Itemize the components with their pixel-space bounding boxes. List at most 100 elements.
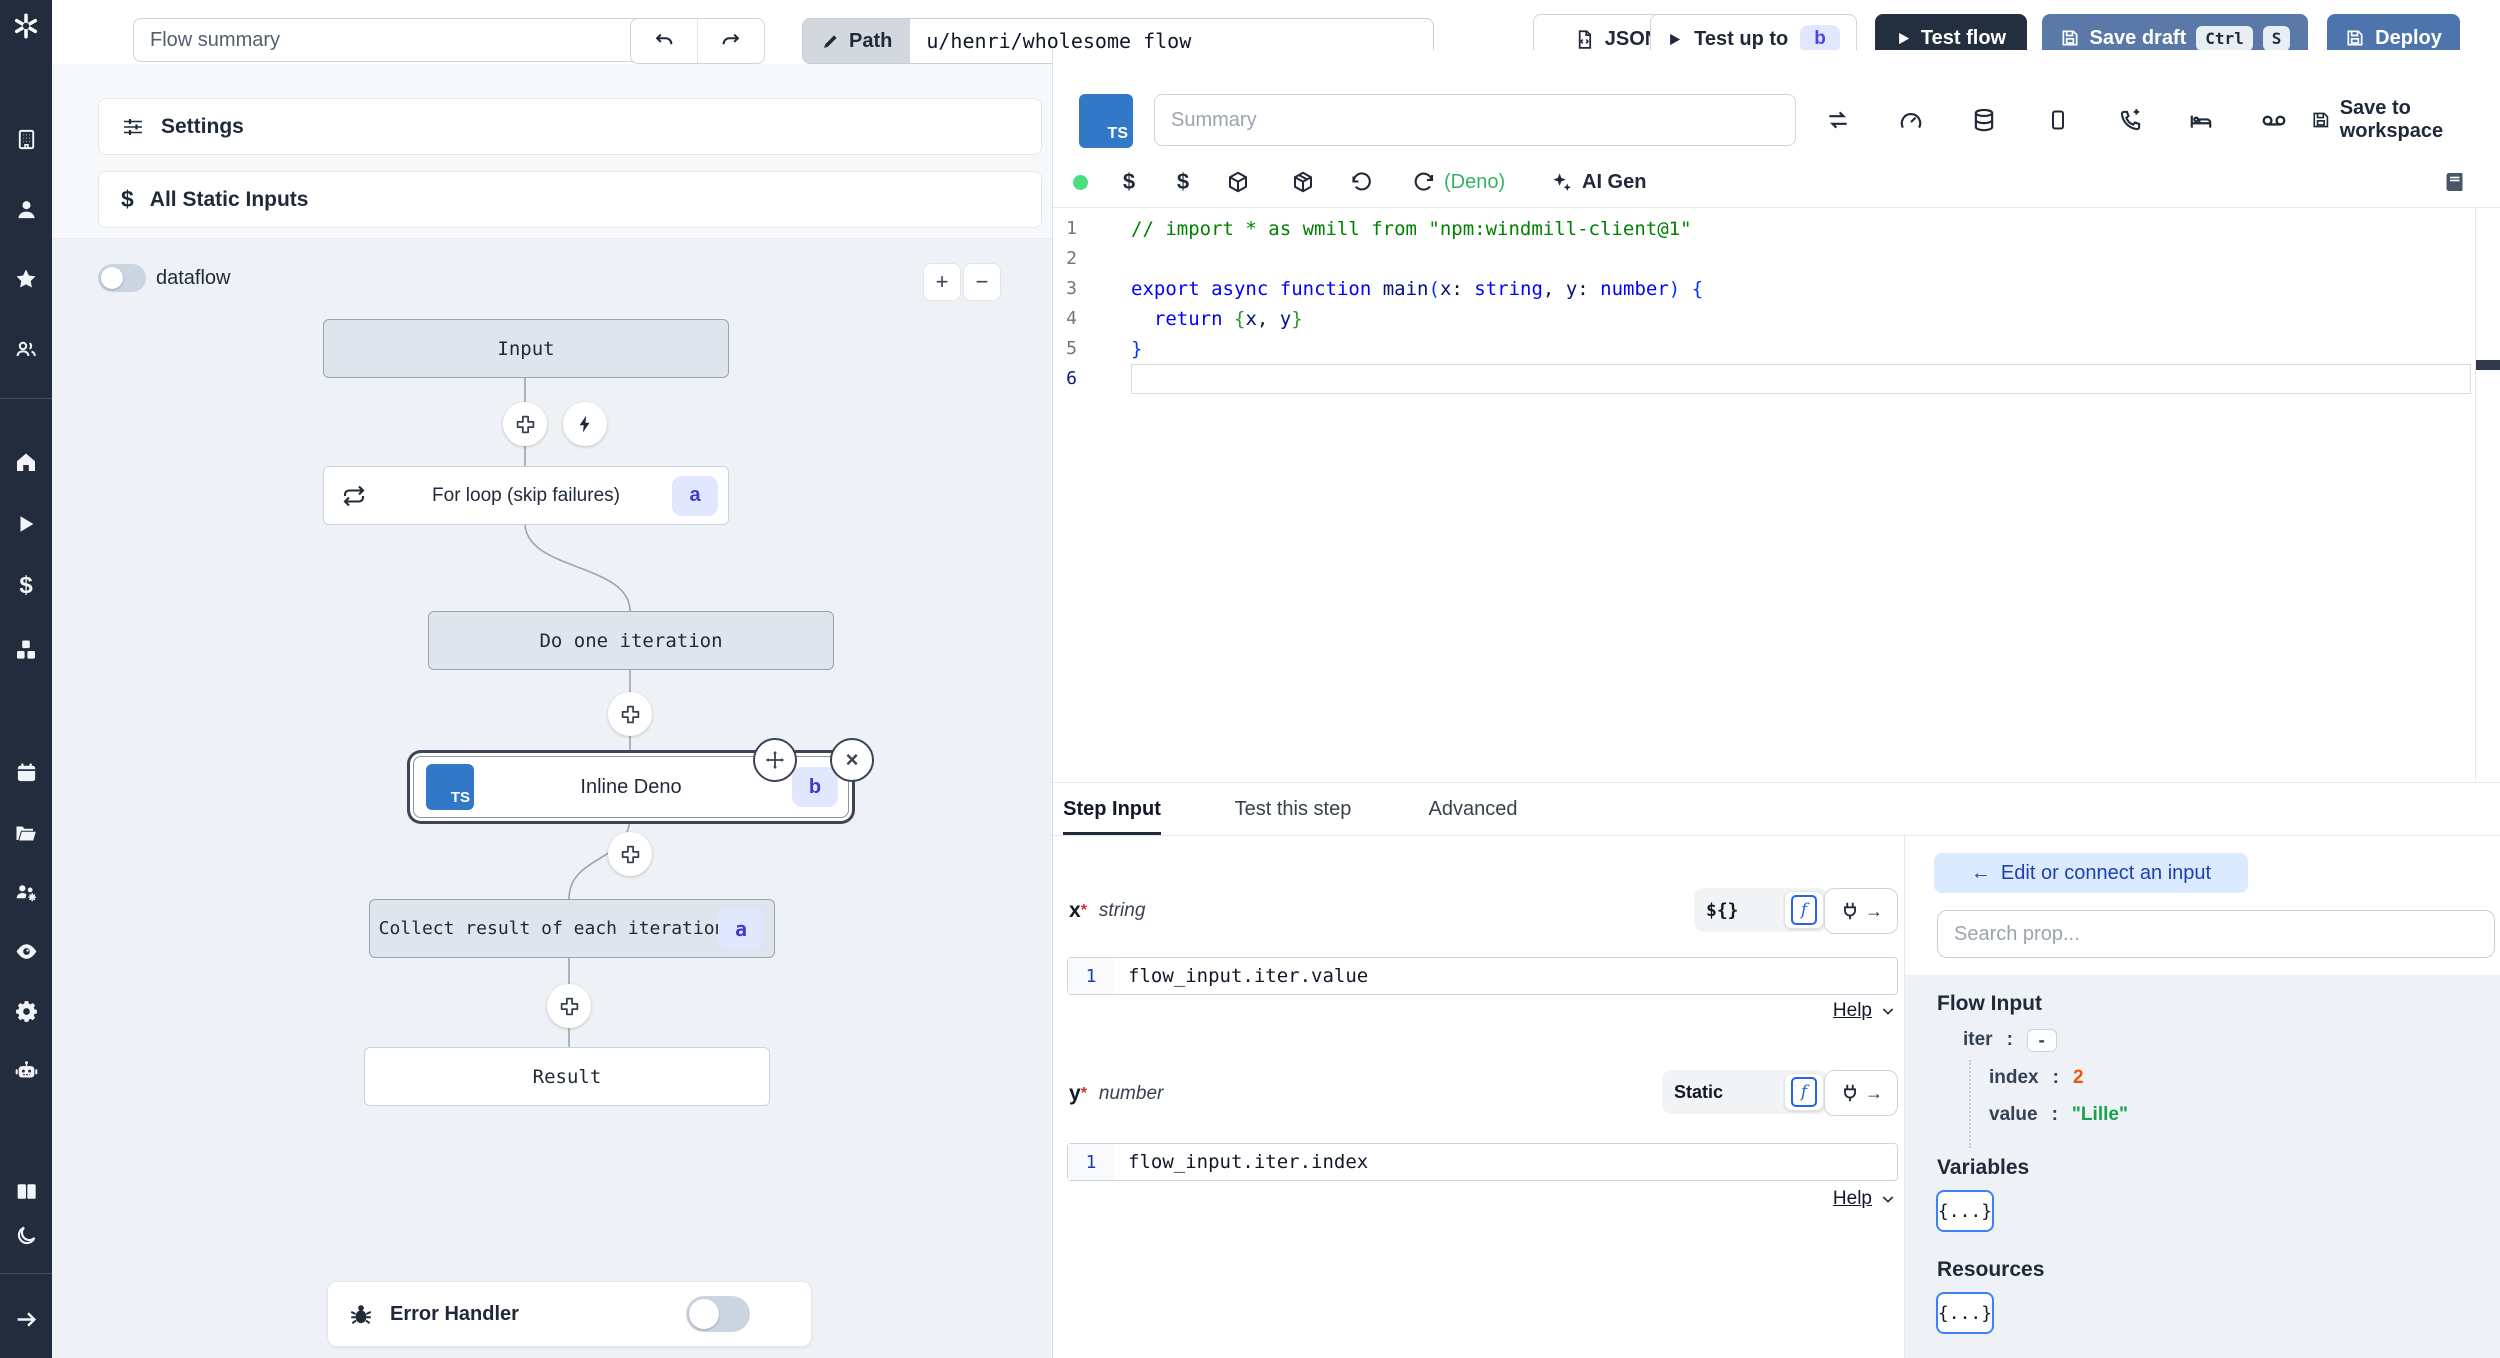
variables-object-button[interactable]: {...} — [1936, 1190, 1994, 1232]
field-x-help[interactable]: Help — [1653, 996, 1896, 1026]
chevron-down-icon — [1882, 1196, 1894, 1203]
tab-step-input[interactable]: Step Input — [1063, 783, 1161, 835]
workspace-icon[interactable] — [0, 117, 52, 161]
tree-row-value[interactable]: value : "Lille" — [1989, 1099, 2128, 1131]
help-link[interactable]: Help — [1833, 1188, 1872, 1210]
node-do-one-iteration[interactable]: Do one iteration — [428, 611, 834, 670]
path-badge[interactable]: Path — [803, 19, 911, 63]
move-step-button[interactable] — [753, 738, 797, 782]
cursor-position-marker — [2476, 360, 2500, 370]
home-icon[interactable] — [0, 440, 52, 484]
flow-graph-canvas[interactable]: dataflow + − Input For loop (skip failur… — [52, 238, 1052, 1358]
add-step-button[interactable] — [608, 832, 652, 876]
resources-object-button[interactable]: {...} — [1936, 1292, 1994, 1334]
plus-icon — [621, 705, 639, 723]
add-step-button[interactable] — [608, 692, 652, 736]
package-lock-icon[interactable] — [1285, 164, 1321, 200]
code-line[interactable]: 5} — [1053, 334, 2500, 364]
code-line[interactable]: 3 export async function main(x: string, y… — [1053, 274, 2500, 304]
variables-icon[interactable]: $ — [0, 564, 52, 608]
edit-or-connect-button[interactable]: ← Edit or connect an input — [1934, 853, 2248, 893]
rail-divider — [0, 1273, 52, 1274]
arrow-right-icon: → — [1865, 1082, 1883, 1103]
deploy-label: Deploy — [2375, 26, 2442, 49]
cache-icon[interactable] — [1966, 102, 2002, 138]
code-lines: 1// import * as wmill from "npm:windmill… — [1053, 214, 2500, 394]
user-icon[interactable] — [0, 187, 52, 231]
voicemail-icon[interactable] — [2256, 102, 2292, 138]
mock-icon[interactable] — [2040, 102, 2076, 138]
undo-button[interactable] — [631, 19, 698, 63]
runs-icon[interactable] — [0, 502, 52, 546]
folders-icon[interactable] — [0, 811, 52, 855]
reload-icon[interactable] — [1406, 164, 1442, 200]
tree-row-index[interactable]: index : 2 — [1989, 1062, 2084, 1094]
kbd-ctrl: Ctrl — [2196, 25, 2253, 51]
ai-icon[interactable] — [0, 1049, 52, 1093]
zoom-in-button[interactable]: + — [923, 263, 961, 301]
tree-row-iter[interactable]: iter : - — [1963, 1024, 2057, 1056]
code-line[interactable]: 4 return {x, y} — [1053, 304, 2500, 334]
save-to-workspace-button[interactable]: Save to workspace — [2311, 97, 2500, 142]
field-y-connect-button[interactable]: → — [1824, 1070, 1898, 1116]
node-input[interactable]: Input — [323, 319, 729, 378]
library-icon[interactable] — [2437, 164, 2473, 200]
collapse-toggle[interactable]: - — [2026, 1028, 2057, 1052]
schedules-icon[interactable] — [0, 750, 52, 794]
javascript-mode-selected[interactable]: f — [1784, 1073, 1824, 1111]
tab-advanced[interactable]: Advanced — [1408, 783, 1538, 835]
dataflow-toggle[interactable] — [98, 264, 146, 292]
javascript-mode-selected[interactable]: f — [1784, 891, 1824, 929]
assets-icon[interactable]: $ — [1111, 164, 1147, 200]
node-forloop[interactable]: For loop (skip failures) a — [323, 466, 729, 525]
add-step-button[interactable] — [547, 984, 591, 1028]
field-y-mode-switch[interactable]: Static f — [1662, 1070, 1828, 1114]
field-x-connect-button[interactable]: → — [1824, 888, 1898, 934]
favorites-icon[interactable] — [0, 257, 52, 301]
retries-icon[interactable] — [1820, 102, 1856, 138]
ai-gen-button[interactable]: AI Gen — [1550, 164, 1646, 200]
sleep-icon[interactable] — [2183, 102, 2219, 138]
code-line[interactable]: 2 — [1053, 244, 2500, 274]
reset-icon[interactable] — [1343, 164, 1379, 200]
code-editor[interactable]: 1// import * as wmill from "npm:windmill… — [1053, 208, 2500, 782]
field-x-mode-switch[interactable]: ${} f — [1694, 888, 1828, 932]
step-summary-input[interactable] — [1154, 94, 1796, 146]
node-collect-badge: a — [718, 908, 764, 949]
theme-toggle-icon[interactable] — [0, 1213, 52, 1257]
field-y-help[interactable]: Help — [1653, 1184, 1896, 1214]
add-trigger-button[interactable] — [563, 402, 607, 446]
code-line[interactable]: 1// import * as wmill from "npm:windmill… — [1053, 214, 2500, 244]
resources-icon[interactable] — [0, 628, 52, 672]
zoom-out-button[interactable]: − — [963, 263, 1001, 301]
field-x-expression-editor[interactable]: 1 flow_input.iter.value — [1067, 957, 1898, 995]
search-prop-input[interactable] — [1937, 910, 2495, 958]
docs-icon[interactable] — [0, 1169, 52, 1213]
node-collect-result[interactable]: Collect result of each iteration a — [369, 899, 775, 958]
field-y-expression-editor[interactable]: 1 flow_input.iter.index — [1067, 1143, 1898, 1181]
variable-picker-icon[interactable]: $ — [1165, 164, 1201, 200]
audit-logs-icon[interactable] — [0, 929, 52, 973]
windmill-logo[interactable] — [0, 6, 52, 46]
delete-step-button[interactable]: × — [830, 738, 874, 782]
expand-sidebar-icon[interactable] — [0, 1297, 52, 1341]
instance-settings-icon[interactable] — [0, 989, 52, 1033]
all-static-inputs-row[interactable]: $ All Static Inputs — [98, 171, 1042, 228]
code-line[interactable]: 6 — [1053, 364, 2500, 394]
flow-settings-row[interactable]: Settings — [98, 98, 1042, 155]
add-step-button[interactable] — [503, 402, 547, 446]
help-link[interactable]: Help — [1833, 1000, 1872, 1022]
error-handler-row: Error Handler — [327, 1281, 812, 1347]
play-icon — [1899, 32, 1910, 44]
node-collect-label: Collect result of each iteration — [378, 918, 726, 939]
early-stop-icon[interactable] — [1893, 102, 1929, 138]
redo-button[interactable] — [698, 19, 764, 63]
node-result[interactable]: Result — [364, 1047, 770, 1106]
community-icon[interactable] — [0, 327, 52, 371]
error-handler-toggle[interactable] — [686, 1296, 750, 1332]
suspend-icon[interactable] — [2113, 102, 2149, 138]
tab-test-this-step[interactable]: Test this step — [1218, 783, 1368, 835]
package-icon[interactable] — [1220, 164, 1256, 200]
workers-icon[interactable] — [0, 870, 52, 914]
required-mark: * — [1080, 1085, 1087, 1102]
